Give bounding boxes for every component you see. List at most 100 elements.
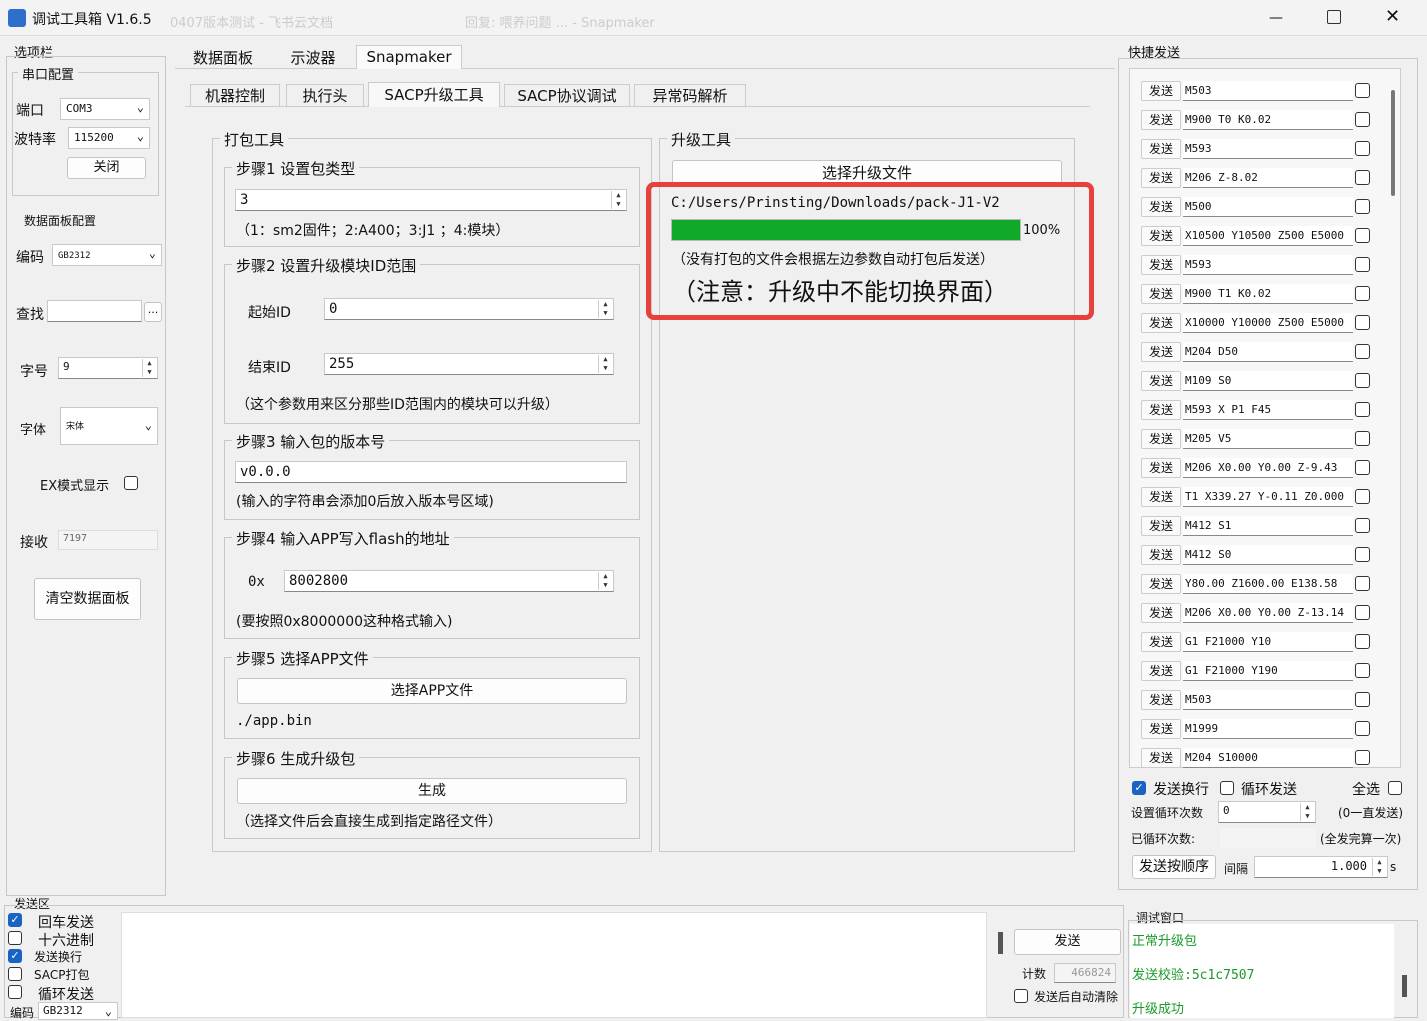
package-type-input[interactable]: 3 ▲ ▼	[235, 189, 627, 211]
quick-select-checkbox[interactable]	[1355, 83, 1370, 98]
tab-data-panel[interactable]: 数据面板	[180, 47, 266, 68]
quick-select-checkbox[interactable]	[1355, 634, 1370, 649]
encoding-select[interactable]: GB2312 ⌄	[52, 244, 162, 266]
minimize-icon[interactable]: —	[1268, 10, 1284, 26]
tab-snapmaker[interactable]: Snapmaker	[356, 45, 462, 69]
quick-list-scrollbar[interactable]	[1391, 90, 1395, 196]
loop-send-checkbox[interactable]	[1220, 781, 1234, 795]
quick-send-button[interactable]: 发送	[1141, 313, 1181, 333]
quick-command-field[interactable]: M109 S0	[1183, 371, 1353, 391]
debug-scrollbar[interactable]	[1402, 975, 1407, 997]
send-splitter[interactable]	[998, 932, 1003, 954]
quick-send-button[interactable]: 发送	[1141, 690, 1181, 710]
quick-select-checkbox[interactable]	[1355, 547, 1370, 562]
subtab-machine[interactable]: 机器控制	[190, 84, 280, 106]
version-input[interactable]: v0.0.0	[235, 461, 627, 483]
quick-select-checkbox[interactable]	[1355, 112, 1370, 127]
flash-address-input[interactable]: 8002800 ▲ ▼	[284, 570, 614, 592]
quick-select-checkbox[interactable]	[1355, 170, 1370, 185]
quick-command-field[interactable]: M503	[1183, 81, 1353, 101]
subtab-error-code[interactable]: 异常码解析	[634, 84, 746, 106]
quick-select-checkbox[interactable]	[1355, 605, 1370, 620]
send-option-checkbox[interactable]	[8, 985, 22, 999]
quick-command-field[interactable]: M500	[1183, 197, 1353, 217]
quick-select-checkbox[interactable]	[1355, 518, 1370, 533]
quick-send-button[interactable]: 发送	[1141, 197, 1181, 217]
quick-command-field[interactable]: X10000 Y10000 Z500 E5000	[1183, 313, 1353, 333]
send-option-checkbox[interactable]	[8, 967, 22, 981]
quick-command-field[interactable]: M206 Z-8.02	[1183, 168, 1353, 188]
ex-mode-checkbox[interactable]	[124, 476, 138, 490]
quick-command-field[interactable]: X10500 Y10500 Z500 E5000	[1183, 226, 1353, 246]
fontsize-input[interactable]: 9 ▲ ▼	[58, 357, 158, 379]
generate-button[interactable]: 生成	[237, 778, 627, 804]
font-select[interactable]: 宋体 ⌄	[60, 407, 158, 445]
port-select[interactable]: COM3 ⌄	[60, 98, 150, 120]
quick-select-checkbox[interactable]	[1355, 141, 1370, 156]
quick-send-button[interactable]: 发送	[1141, 139, 1181, 159]
quick-select-checkbox[interactable]	[1355, 692, 1370, 707]
quick-send-button[interactable]: 发送	[1141, 342, 1181, 362]
quick-send-button[interactable]: 发送	[1141, 284, 1181, 304]
quick-command-field[interactable]: Y80.00 Z1600.00 E138.58	[1183, 574, 1353, 594]
subtab-sacp-upgrade[interactable]: SACP升级工具	[368, 82, 500, 107]
close-window-icon[interactable]: ✕	[1385, 6, 1400, 27]
quick-select-checkbox[interactable]	[1355, 228, 1370, 243]
quick-select-checkbox[interactable]	[1355, 431, 1370, 446]
quick-send-button[interactable]: 发送	[1141, 516, 1181, 536]
find-input[interactable]	[47, 300, 142, 322]
send-newline-checkbox[interactable]: ✓	[1132, 781, 1146, 795]
quick-select-checkbox[interactable]	[1355, 286, 1370, 301]
quick-command-field[interactable]: M1999	[1183, 719, 1353, 739]
send-input[interactable]	[121, 912, 987, 1018]
quick-send-button[interactable]: 发送	[1141, 110, 1181, 130]
quick-command-field[interactable]: M900 T0 K0.02	[1183, 110, 1353, 130]
quick-select-checkbox[interactable]	[1355, 721, 1370, 736]
quick-command-field[interactable]: M900 T1 K0.02	[1183, 284, 1353, 304]
subtab-toolhead[interactable]: 执行头	[286, 84, 364, 106]
find-button[interactable]: ...	[144, 302, 162, 322]
send-option-checkbox[interactable]	[8, 931, 22, 945]
quick-send-button[interactable]: 发送	[1141, 168, 1181, 188]
quick-select-checkbox[interactable]	[1355, 663, 1370, 678]
quick-command-field[interactable]: M503	[1183, 690, 1353, 710]
quick-send-button[interactable]: 发送	[1141, 748, 1181, 768]
quick-send-button[interactable]: 发送	[1141, 458, 1181, 478]
subtab-sacp-debug[interactable]: SACP协议调试	[504, 84, 630, 106]
send-order-button[interactable]: 发送按顺序	[1132, 855, 1216, 879]
start-id-input[interactable]: 0 ▲ ▼	[324, 298, 614, 320]
quick-send-button[interactable]: 发送	[1141, 719, 1181, 739]
quick-select-checkbox[interactable]	[1355, 460, 1370, 475]
quick-send-button[interactable]: 发送	[1141, 487, 1181, 507]
quick-select-checkbox[interactable]	[1355, 750, 1370, 765]
quick-send-button[interactable]: 发送	[1141, 545, 1181, 565]
loop-count-input[interactable]: 0 ▲ ▼	[1218, 801, 1316, 823]
quick-send-button[interactable]: 发送	[1141, 603, 1181, 623]
quick-command-field[interactable]: M206 X0.00 Y0.00 Z-13.14	[1183, 603, 1353, 623]
quick-send-button[interactable]: 发送	[1141, 632, 1181, 652]
select-all-checkbox[interactable]	[1388, 781, 1402, 795]
quick-select-checkbox[interactable]	[1355, 344, 1370, 359]
quick-send-button[interactable]: 发送	[1141, 574, 1181, 594]
quick-command-field[interactable]: M204 D50	[1183, 342, 1353, 362]
quick-send-button[interactable]: 发送	[1141, 371, 1181, 391]
quick-select-checkbox[interactable]	[1355, 373, 1370, 388]
baud-select[interactable]: 115200 ⌄	[68, 127, 150, 149]
quick-send-button[interactable]: 发送	[1141, 429, 1181, 449]
quick-command-field[interactable]: M206 X0.00 Y0.00 Z-9.43	[1183, 458, 1353, 478]
quick-select-checkbox[interactable]	[1355, 576, 1370, 591]
quick-command-field[interactable]: M205 V5	[1183, 429, 1353, 449]
quick-command-field[interactable]: M412 S1	[1183, 516, 1353, 536]
quick-command-field[interactable]: M204 S10000	[1183, 748, 1353, 768]
quick-send-button[interactable]: 发送	[1141, 226, 1181, 246]
send-encoding-select[interactable]: GB2312 ⌄	[38, 1002, 118, 1020]
quick-select-checkbox[interactable]	[1355, 315, 1370, 330]
send-option-checkbox[interactable]: ✓	[8, 949, 22, 963]
select-app-button[interactable]: 选择APP文件	[237, 678, 627, 704]
quick-command-field[interactable]: G1 F21000 Y190	[1183, 661, 1353, 681]
quick-select-checkbox[interactable]	[1355, 489, 1370, 504]
quick-command-field[interactable]: M593	[1183, 255, 1353, 275]
end-id-input[interactable]: 255 ▲ ▼	[324, 353, 614, 375]
quick-select-checkbox[interactable]	[1355, 199, 1370, 214]
quick-command-field[interactable]: M412 S0	[1183, 545, 1353, 565]
